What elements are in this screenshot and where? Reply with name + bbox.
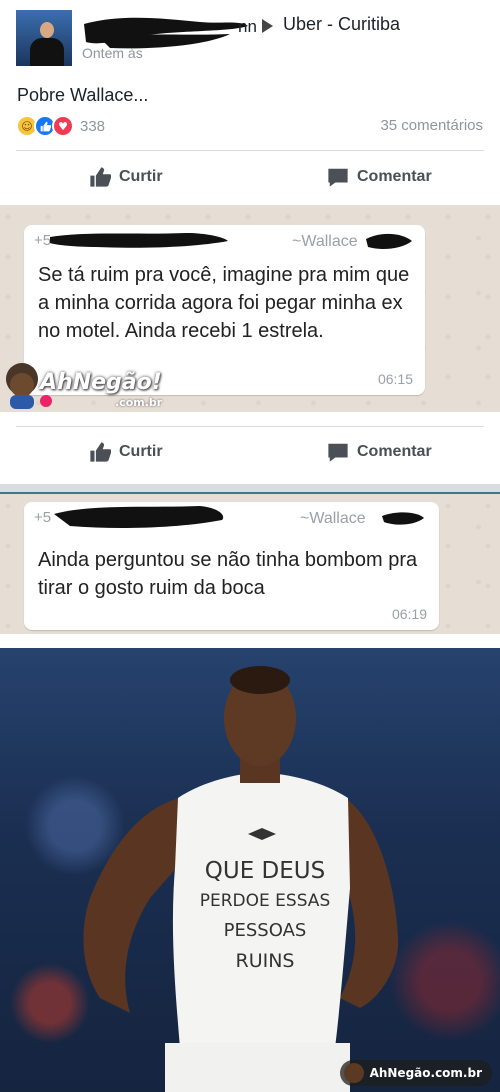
- divider: [16, 426, 484, 427]
- shirt-message: QUE DEUS PERDOE ESSAS PESSOAS RUINS: [190, 856, 340, 976]
- sender-redaction: [50, 233, 228, 248]
- message-text: Ainda perguntou se não tinha bombom pra …: [38, 549, 418, 599]
- footballer-photo: QUE DEUS PERDOE ESSAS PESSOAS RUINS AhNe…: [0, 648, 500, 1092]
- thumbs-up-icon: [90, 167, 111, 187]
- message-text: Se tá ruim pra você, imagine pra mim que…: [38, 264, 410, 342]
- shirt-line: PERDOE ESSAS: [199, 891, 331, 911]
- avatar[interactable]: [16, 10, 72, 66]
- message-time: 06:15: [377, 371, 413, 387]
- thumbs-up-icon: [90, 442, 111, 462]
- comment-button-label: Comentar: [357, 443, 432, 460]
- sender-redaction: [54, 506, 224, 528]
- author-name-suffix[interactable]: nn: [238, 17, 257, 37]
- shirt-line: RUINS: [235, 950, 295, 972]
- like-button-label: Curtir: [119, 168, 163, 185]
- chat-bubble: +5 ~Wallace Ainda perguntou se não tinha…: [24, 502, 439, 630]
- comment-button-label: Comentar: [357, 168, 432, 185]
- reaction-count: 338: [80, 117, 106, 135]
- post-caption: Pobre Wallace...: [17, 85, 149, 105]
- shirt-line: PESSOAS: [223, 920, 307, 941]
- like-button-label: Curtir: [119, 443, 163, 460]
- comment-button[interactable]: Comentar: [327, 166, 432, 188]
- comment-icon: [328, 443, 348, 462]
- sender-name: ~Wallace: [300, 510, 366, 527]
- separator: [0, 634, 500, 648]
- like-button[interactable]: Curtir: [89, 166, 163, 188]
- whatsapp-screenshot-2: +5 ~Wallace Ainda perguntou se não tinha…: [0, 494, 500, 634]
- comments-count[interactable]: 35 comentários: [380, 117, 483, 134]
- watermark-text: AhNegão!: [40, 370, 162, 395]
- comment-button[interactable]: Comentar: [327, 441, 432, 463]
- post-actions-2: Curtir Comentar: [0, 412, 500, 484]
- like-button[interactable]: Curtir: [89, 441, 163, 463]
- comment-icon: [328, 168, 348, 187]
- divider: [16, 150, 484, 151]
- sender-name: ~Wallace: [292, 233, 358, 250]
- sender-number: +5: [34, 509, 52, 526]
- arrow-right-icon: [262, 19, 273, 33]
- watermark-subtext: .com.br: [115, 396, 163, 409]
- reactions-summary[interactable]: ☺ ♥ 338: [16, 114, 105, 138]
- sender-name-redaction: [366, 233, 412, 249]
- photo-watermark: AhNegão.com.br: [339, 1060, 492, 1086]
- photo-watermark-text: AhNegão.com.br: [369, 1066, 482, 1080]
- message-time: 06:19: [391, 606, 427, 622]
- shirt-line: QUE DEUS: [204, 858, 326, 884]
- group-name[interactable]: Uber - Curitiba: [283, 14, 400, 35]
- love-icon: ♥: [52, 115, 74, 137]
- post-timestamp[interactable]: Ontem às: [82, 45, 143, 61]
- facebook-post: nn Uber - Curitiba Ontem às Pobre Wallac…: [0, 0, 500, 205]
- sender-name-redaction: [382, 512, 424, 525]
- mascot-icon: [343, 1063, 364, 1083]
